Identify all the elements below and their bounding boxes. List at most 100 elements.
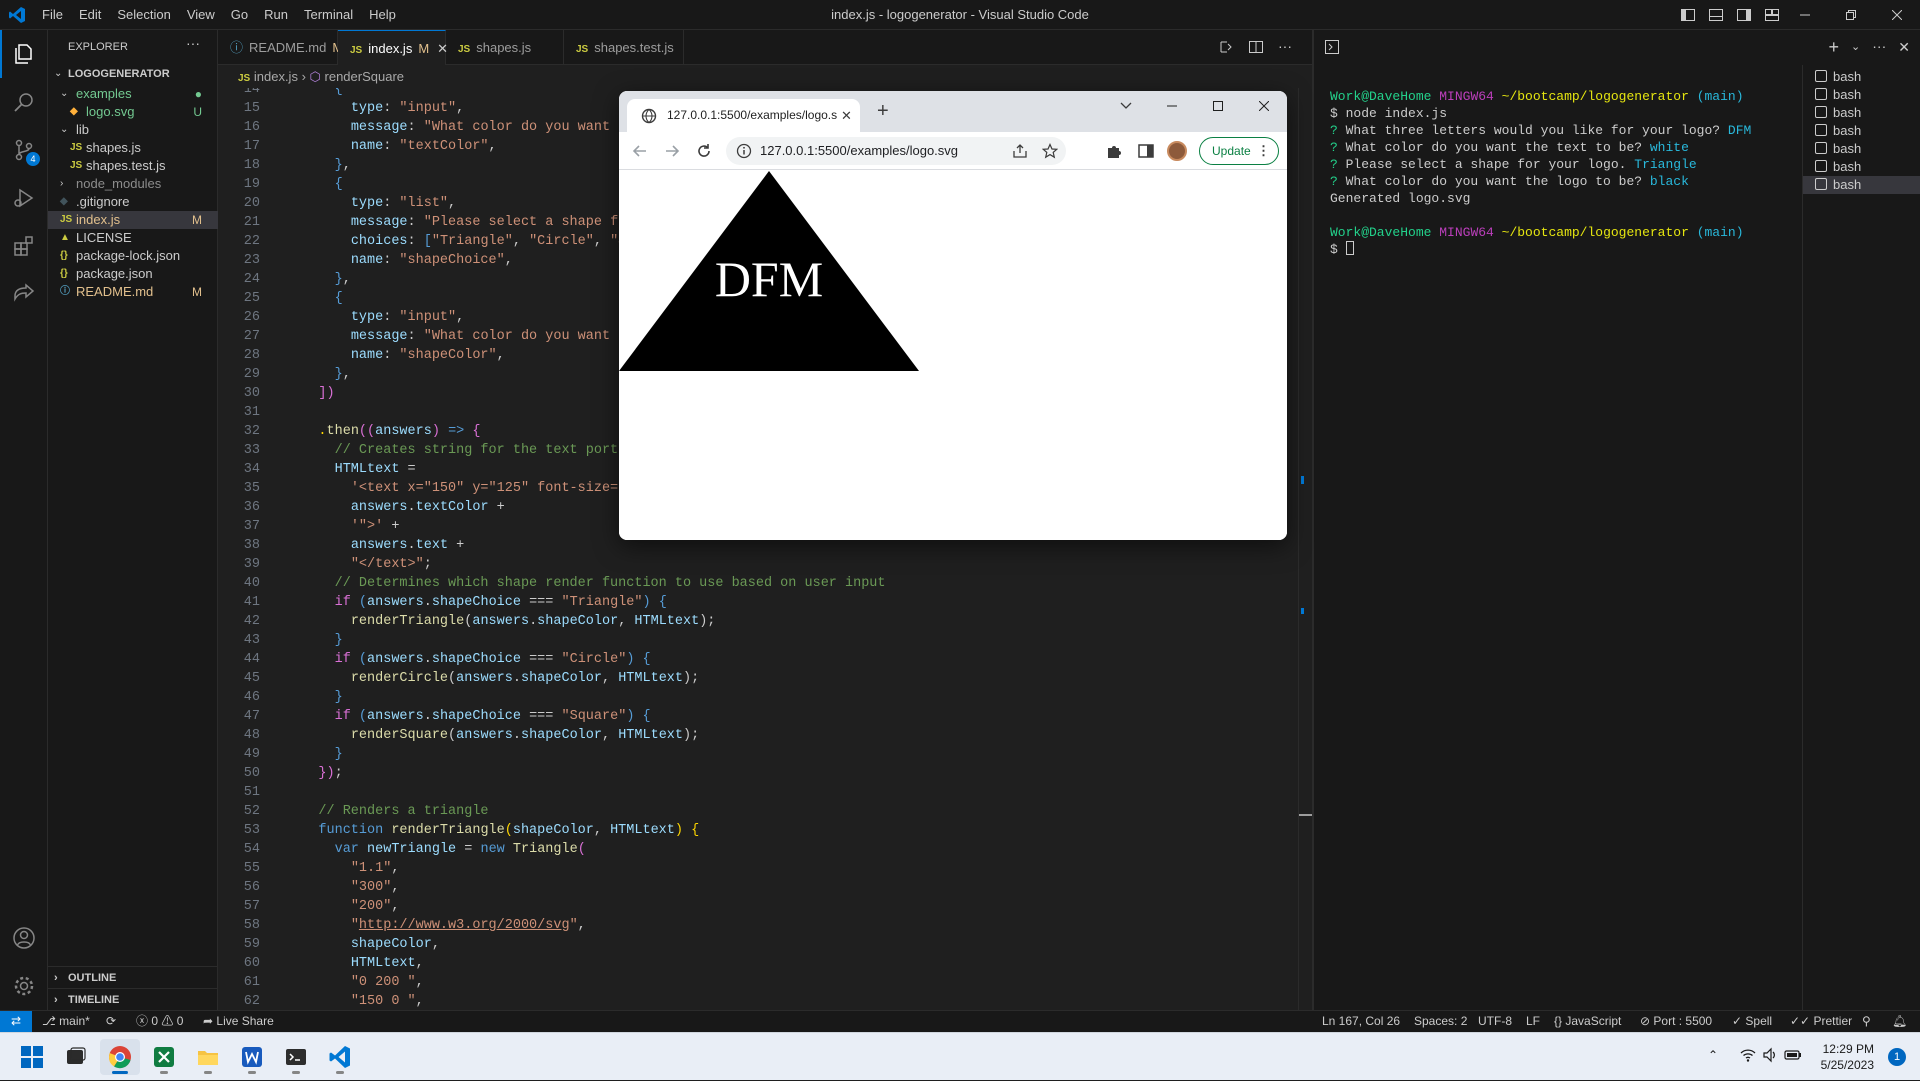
encoding[interactable]: UTF-8 [1478,1011,1512,1032]
extensions-puzzle-icon[interactable] [1105,142,1123,160]
terminal-instance[interactable]: bash [1803,122,1920,140]
menu-view[interactable]: View [179,0,223,30]
terminal-instance[interactable]: bash [1803,104,1920,122]
bookmark-star-icon[interactable] [1042,143,1058,159]
live-server-port[interactable]: ⊘ Port : 5500 [1640,1011,1712,1032]
excel-icon[interactable] [144,1039,184,1075]
problems-indicator[interactable]: ⓧ 0 ⚠ 0 [136,1011,183,1032]
minimize-button[interactable] [1782,0,1828,30]
chevron-up-icon[interactable]: ⌃ [1708,1048,1718,1062]
menu-edit[interactable]: Edit [71,0,109,30]
wifi-icon[interactable] [1740,1047,1756,1063]
live-share-status[interactable]: ➦ Live Share [203,1011,274,1032]
terminal-instance[interactable]: bash [1803,140,1920,158]
update-button[interactable]: Update ⋮ [1199,137,1279,165]
editor-tab[interactable]: JS shapes.test.js [564,30,684,65]
windows-start-icon[interactable] [12,1039,52,1075]
explorer-more-actions-button[interactable]: ··· [186,35,200,51]
breadcrumb-file[interactable]: index.js [254,69,298,84]
volume-icon[interactable] [1762,1047,1778,1063]
explorer-item[interactable]: ◆ logo.svg U [48,103,218,121]
chrome-maximize-button[interactable] [1195,91,1241,121]
editor-tab[interactable]: JS shapes.js [446,30,564,65]
explorer-icon[interactable] [0,30,48,78]
chrome-tab[interactable]: 127.0.0.1:5500/examples/logo.svg ✕ [627,99,860,132]
terminal-icon[interactable] [1324,39,1340,55]
terminal-instance[interactable]: bash [1803,176,1920,194]
chrome-tab-close-icon[interactable]: ✕ [841,99,852,132]
terminal-instance[interactable]: bash [1803,158,1920,176]
explorer-item[interactable]: {} package.json [48,265,218,283]
clock[interactable]: 12:29 PM 5/25/2023 [1821,1041,1874,1073]
back-arrow-icon[interactable] [631,142,649,160]
chrome-minimize-button[interactable] [1149,91,1195,121]
editor-tab[interactable]: ⓘREADME.mdM [218,30,343,65]
sync-icon[interactable]: ⟳ [106,1011,116,1032]
menu-help[interactable]: Help [361,0,404,30]
restore-button[interactable] [1828,0,1874,30]
account-icon[interactable] [0,914,48,962]
live-share-icon[interactable] [0,270,48,318]
explorer-item[interactable]: › node_modules [48,175,218,193]
chrome-close-button[interactable] [1241,91,1287,121]
language-mode[interactable]: {} JavaScript [1554,1011,1621,1032]
explorer-item[interactable]: ▲ LICENSE [48,229,218,247]
address-bar[interactable]: 127.0.0.1:5500/examples/logo.svg [726,137,1066,165]
extensions-icon[interactable] [0,222,48,270]
terminal-taskbar-icon[interactable] [276,1039,316,1075]
toggle-secondary-sidebar-icon[interactable] [1736,7,1752,23]
editor-tab[interactable]: JS index.js M ✕ [338,30,448,65]
toggle-panel-icon[interactable] [1708,7,1724,23]
site-info-icon[interactable] [736,143,752,159]
split-editor-icon[interactable] [1248,39,1264,55]
terminal-output[interactable]: Work@DaveHome MINGW64 ~/bootcamp/logogen… [1330,88,1751,258]
prettier-status[interactable]: ✓✓ Prettier [1790,1011,1852,1032]
menu-terminal[interactable]: Terminal [296,0,361,30]
spell-check[interactable]: ✓ Spell [1732,1011,1772,1032]
side-panel-icon[interactable] [1137,142,1155,160]
more-actions-icon[interactable]: ··· [1278,39,1292,55]
reload-icon[interactable] [695,142,713,160]
chrome-taskbar-icon[interactable] [100,1039,140,1075]
menu-go[interactable]: Go [223,0,256,30]
run-debug-icon[interactable] [0,174,48,222]
chevron-down-icon[interactable]: ⌄ [1851,39,1860,55]
menu-selection[interactable]: Selection [109,0,178,30]
remote-indicator-icon[interactable]: ⇄ [0,1011,32,1033]
breadcrumb-symbol[interactable]: renderSquare [325,69,405,84]
task-view-icon[interactable] [56,1039,96,1075]
explorer-item[interactable]: JS shapes.js [48,139,218,157]
explorer-item[interactable]: JS index.js M [48,211,218,229]
word-icon[interactable] [232,1039,272,1075]
accounts-status-icon[interactable]: ⚲ [1862,1011,1871,1032]
menu-file[interactable]: File [34,0,71,30]
open-changes-icon[interactable] [1218,39,1234,55]
file-explorer-icon[interactable] [188,1039,228,1075]
notifications-bell-icon[interactable]: 🔔︎ [1892,1011,1907,1032]
new-terminal-icon[interactable]: + [1829,38,1840,56]
eol[interactable]: LF [1526,1011,1540,1032]
customize-layout-icon[interactable] [1764,7,1780,23]
explorer-item[interactable]: ◆ .gitignore [48,193,218,211]
explorer-item[interactable]: JS shapes.test.js [48,157,218,175]
source-control-icon[interactable]: 4 [0,126,48,174]
tab-search-icon[interactable] [1103,91,1149,121]
close-panel-icon[interactable]: ✕ [1898,39,1910,55]
menu-run[interactable]: Run [256,0,296,30]
profile-avatar[interactable] [1167,141,1187,161]
terminal-instance[interactable]: bash [1803,68,1920,86]
settings-gear-icon[interactable] [0,962,48,1010]
explorer-item[interactable]: {} package-lock.json [48,247,218,265]
outline-section[interactable]: › OUTLINE [48,966,218,988]
terminal-instance[interactable]: bash [1803,86,1920,104]
cursor-position[interactable]: Ln 167, Col 26 [1322,1011,1400,1032]
git-branch[interactable]: ⎇ main* [42,1011,90,1032]
workspace-root[interactable]: ⌄ LOGOGENERATOR [48,63,218,85]
toggle-primary-sidebar-icon[interactable] [1680,7,1696,23]
more-actions-icon[interactable]: ··· [1872,39,1886,55]
timeline-section[interactable]: › TIMELINE [48,988,218,1010]
share-icon[interactable] [1012,143,1028,159]
close-button[interactable] [1874,0,1920,30]
vscode-taskbar-icon[interactable] [320,1039,360,1075]
indentation[interactable]: Spaces: 2 [1414,1011,1467,1032]
